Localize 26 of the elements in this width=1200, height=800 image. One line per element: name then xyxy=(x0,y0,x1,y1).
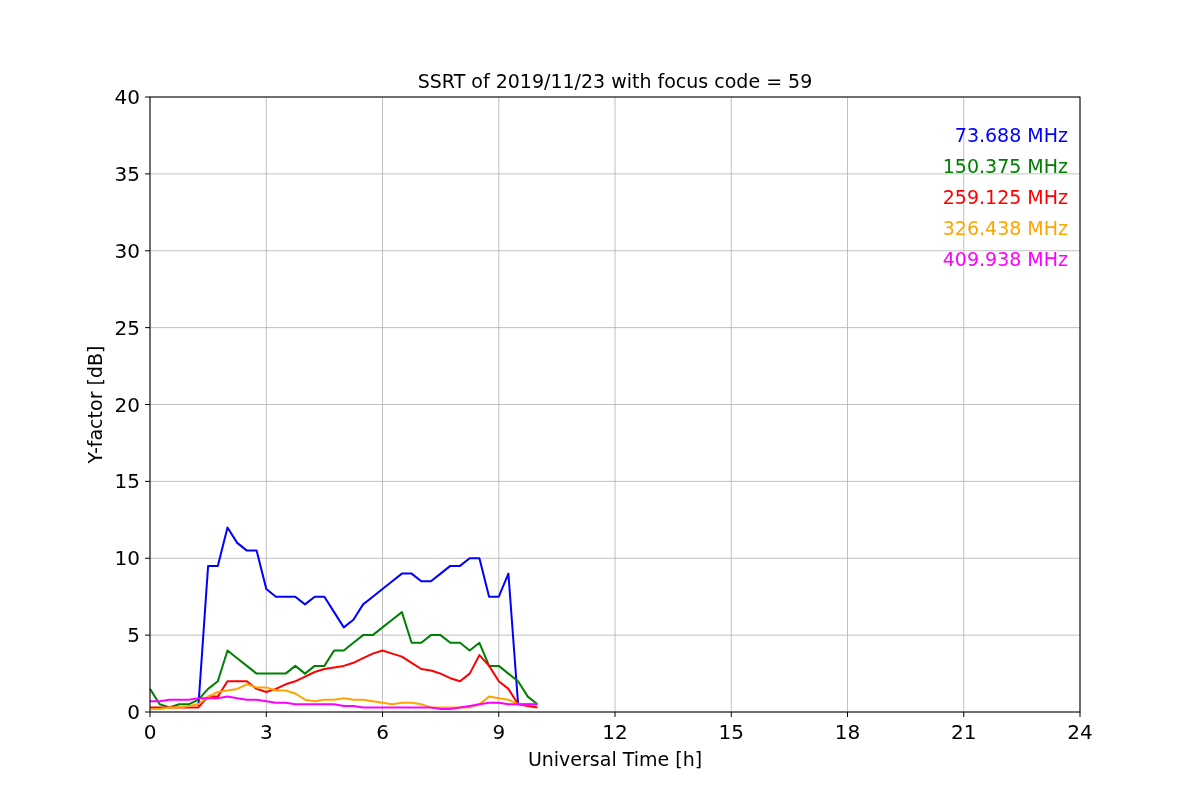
tick-label: 24 xyxy=(1067,720,1093,744)
tick-label: 3 xyxy=(259,720,273,744)
tick-label: 5 xyxy=(127,623,140,648)
tick-label: 40 xyxy=(114,85,140,109)
legend-label: 409.938 MHz xyxy=(942,248,1068,270)
tick-label: 15 xyxy=(718,720,744,744)
tick-label: 25 xyxy=(114,315,140,340)
x-axis-label: Universal Time [h] xyxy=(527,748,703,770)
tick-label: 21 xyxy=(951,720,977,744)
legend-label: 150.375 MHz xyxy=(942,155,1068,177)
chart-title: SSRT of 2019/11/23 with focus code = 59 xyxy=(417,70,813,92)
tick-label: 35 xyxy=(114,161,140,186)
tick-label: 15 xyxy=(114,469,140,494)
tick-label: 20 xyxy=(114,392,140,417)
tick-label: 18 xyxy=(834,720,861,744)
tick-label: 0 xyxy=(127,700,140,724)
legend-label: 73.688 MHz xyxy=(954,124,1068,146)
tick-label: 10 xyxy=(114,546,140,571)
tick-label: 30 xyxy=(114,238,140,263)
tick-label: 9 xyxy=(492,720,506,744)
tick-label: 6 xyxy=(376,720,389,744)
legend-label: 326.438 MHz xyxy=(942,217,1068,239)
tick-label: 12 xyxy=(602,720,628,744)
y-axis-label: Y-factor [dB] xyxy=(84,345,106,464)
tick-label: 0 xyxy=(143,720,157,744)
legend-label: 259.125 MHz xyxy=(942,186,1068,208)
